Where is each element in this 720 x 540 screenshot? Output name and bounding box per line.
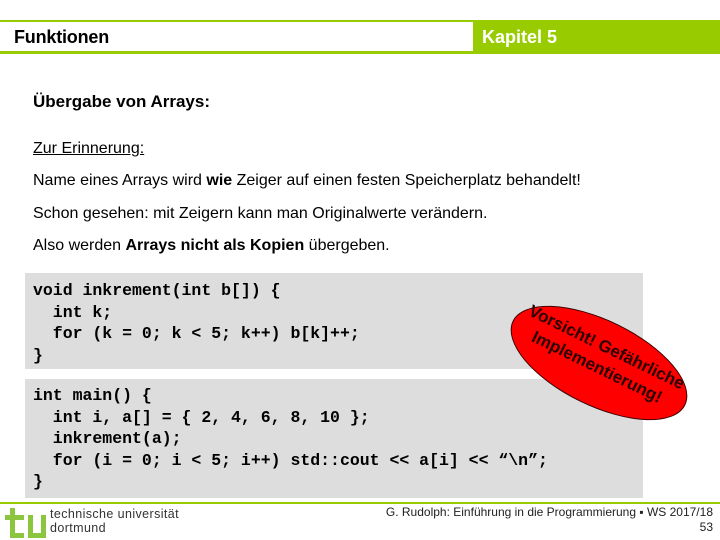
footer-credit: G. Rudolph: Einführung in die Programmie… [386, 505, 713, 535]
code-line: int main() { [33, 386, 152, 405]
text: Name eines Arrays wird [33, 172, 207, 189]
chapter-box: Kapitel 5 [473, 20, 720, 54]
paragraph-line-2: Schon gesehen: mit Zeigern kann man Orig… [33, 205, 488, 222]
text: übergeben. [304, 237, 390, 254]
code-block-main: int main() { int i, a[] = { 2, 4, 6, 8, … [25, 379, 643, 498]
course-credit: G. Rudolph: Einführung in die Programmie… [385, 505, 713, 519]
paragraph-line-3: Also werden Arrays nicht als Kopien über… [33, 237, 390, 255]
header-bottom-rule [0, 51, 473, 54]
slide-header: Funktionen Kapitel 5 [0, 20, 720, 54]
slide-title: Funktionen [14, 27, 109, 47]
university-line-1: technische universität [50, 507, 180, 521]
code-line: inkrement(a); [33, 429, 182, 448]
emphasis: wie [206, 172, 233, 189]
code-text: int main() { int i, a[] = { 2, 4, 6, 8, … [25, 379, 643, 493]
tu-logo-icon [5, 508, 46, 538]
section-heading: Übergabe von Arrays: [33, 92, 210, 111]
code-line: int i, a[] = { 2, 4, 6, 8, 10 }; [33, 407, 370, 427]
page-number: 53 [699, 520, 713, 534]
university-line-2: dortmund [50, 521, 107, 535]
code-line: } [33, 472, 43, 491]
footer-rule [0, 502, 720, 504]
text: Also werden [33, 237, 126, 254]
chapter-label: Kapitel 5 [482, 27, 558, 47]
reminder-label: Zur Erinnerung: [33, 140, 145, 157]
text: Zeiger auf einen festen Speicherplatz be… [232, 172, 581, 189]
university-name: technische universität dortmund [50, 507, 179, 535]
code-line: for (i = 0; i < 5; i++) std::cout << a[i… [33, 450, 548, 470]
emphasis: Arrays nicht als Kopien [125, 237, 305, 254]
header-top-rule [0, 20, 473, 22]
paragraph-line-1: Name eines Arrays wird wie Zeiger auf ei… [33, 172, 581, 190]
